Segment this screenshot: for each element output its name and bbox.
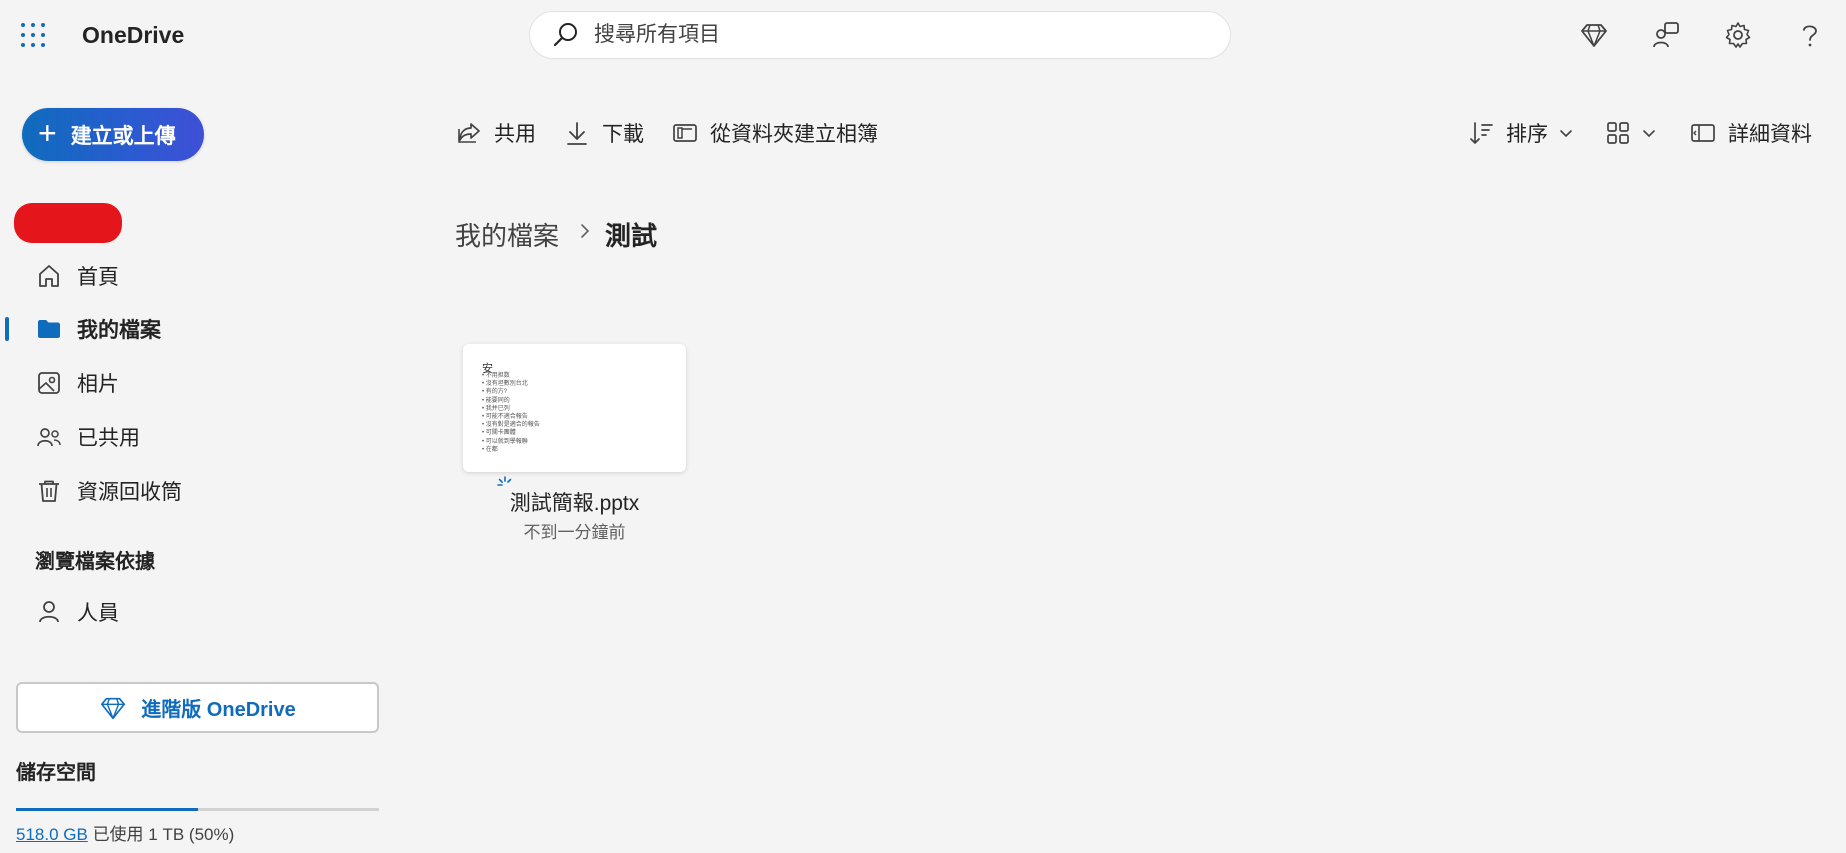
search-box[interactable] [529, 11, 1231, 59]
file-name[interactable]: 測試簡報.pptx [463, 487, 686, 517]
sort-label: 排序 [1506, 123, 1548, 146]
view-options-button[interactable] [1605, 116, 1657, 150]
nav-item-people[interactable]: 人員 [0, 589, 400, 635]
storage-usage-text: 518.0 GB 已使用 1 TB (50%) [16, 820, 234, 845]
nav-item-my-files[interactable]: 我的檔案 [0, 306, 400, 352]
nav-item-shared-label: 已共用 [77, 427, 140, 450]
slide-bullet: • 可以就到學報聯 [482, 438, 528, 445]
search-input[interactable] [594, 23, 1194, 47]
slide-bullet: • 沒有對是適合的報告 [482, 422, 540, 429]
chevron-right-icon [581, 224, 590, 238]
diamond-icon[interactable] [1579, 20, 1609, 50]
download-icon [567, 122, 587, 145]
storage-used-link[interactable]: 518.0 GB [16, 825, 88, 844]
premium-onedrive-label: 進階版 OneDrive [141, 699, 296, 721]
chevron-down-icon [1643, 130, 1655, 138]
breadcrumb-my-files[interactable]: 我的檔案 [455, 216, 559, 253]
storage-progress-fill [16, 808, 198, 811]
create-upload-label: 建立或上傳 [70, 124, 176, 148]
feedback-icon[interactable] [1651, 20, 1681, 50]
redacted-account-name [14, 203, 122, 243]
onedrive-app: OneDrive + 建立或上傳 [0, 0, 1846, 853]
person-icon [39, 601, 59, 623]
nav-item-home-label: 首頁 [77, 266, 119, 289]
share-label: 共用 [494, 123, 536, 146]
app-title[interactable]: OneDrive [82, 22, 184, 49]
nav-item-photos[interactable]: 相片 [0, 360, 400, 406]
download-button[interactable]: 下載 [564, 116, 644, 150]
album-icon [673, 124, 697, 142]
nav-item-my-files-label: 我的檔案 [77, 319, 161, 342]
nav-item-photos-label: 相片 [77, 373, 119, 396]
breadcrumb-current-folder: 測試 [605, 221, 658, 251]
slide-bullet: • 我并已列 [482, 405, 510, 412]
create-upload-button[interactable]: + 建立或上傳 [22, 108, 204, 161]
sort-icon [1470, 122, 1493, 144]
nav-item-recycle-bin-label: 資源回收筒 [77, 481, 182, 504]
slide-bullet: • 在都 [482, 446, 498, 453]
grid-view-icon [1607, 122, 1629, 144]
file-modified-time: 不到一分鐘前 [523, 523, 626, 542]
gear-icon[interactable] [1723, 20, 1753, 50]
file-thumbnail[interactable]: 安 • 不用担数 • 沒有坦數別台北 • 有的方? • 能要同的 • 我并已列 … [463, 344, 686, 472]
slide-bullets: • 不用担数 • 沒有坦數別台北 • 有的方? • 能要同的 • 我并已列 • … [482, 372, 540, 454]
slide-bullet: • 沒有坦數別台北 [482, 381, 528, 388]
create-album-label: 從資料夾建立相簿 [710, 123, 878, 146]
slide-bullet: • 可能不適合報告 [482, 414, 528, 421]
trash-icon [39, 480, 59, 502]
slide-bullet: • 能要同的 [482, 397, 510, 404]
photo-icon [38, 372, 60, 394]
storage-title: 儲存空間 [16, 762, 96, 784]
slide-bullet: • 可關卡團體 [482, 430, 516, 437]
diamond-icon [101, 697, 126, 719]
nav-item-recycle-bin[interactable]: 資源回收筒 [0, 468, 400, 514]
folder-icon [38, 320, 60, 338]
slide-bullet: • 有的方? [482, 389, 508, 396]
storage-progress-bar [16, 808, 379, 811]
share-icon [458, 123, 480, 143]
top-header: OneDrive [0, 0, 1846, 70]
nav-item-shared[interactable]: 已共用 [0, 414, 400, 460]
nav-item-people-label: 人員 [77, 602, 119, 625]
people-icon [37, 428, 61, 447]
share-button[interactable]: 共用 [456, 116, 536, 150]
search-icon [553, 23, 577, 47]
browse-files-by-header: 瀏覽檔案依據 [35, 551, 155, 573]
create-album-button[interactable]: 從資料夾建立相簿 [672, 116, 878, 150]
premium-onedrive-button[interactable]: 進階版 OneDrive [16, 682, 379, 733]
storage-detail: 已使用 1 TB (50%) [92, 825, 235, 844]
details-button[interactable]: 詳細資料 [1690, 116, 1812, 150]
help-icon[interactable] [1795, 20, 1825, 50]
details-pane-icon [1691, 124, 1715, 142]
chevron-down-icon [1560, 130, 1572, 138]
details-label: 詳細資料 [1728, 123, 1812, 146]
download-label: 下載 [602, 123, 644, 146]
nav-item-home[interactable]: 首頁 [0, 253, 400, 299]
home-icon [39, 265, 59, 287]
plus-icon: + [38, 115, 57, 151]
slide-bullet: • 不用担数 [482, 373, 510, 379]
sort-button[interactable]: 排序 [1468, 116, 1574, 150]
waffle-icon[interactable] [20, 22, 46, 48]
